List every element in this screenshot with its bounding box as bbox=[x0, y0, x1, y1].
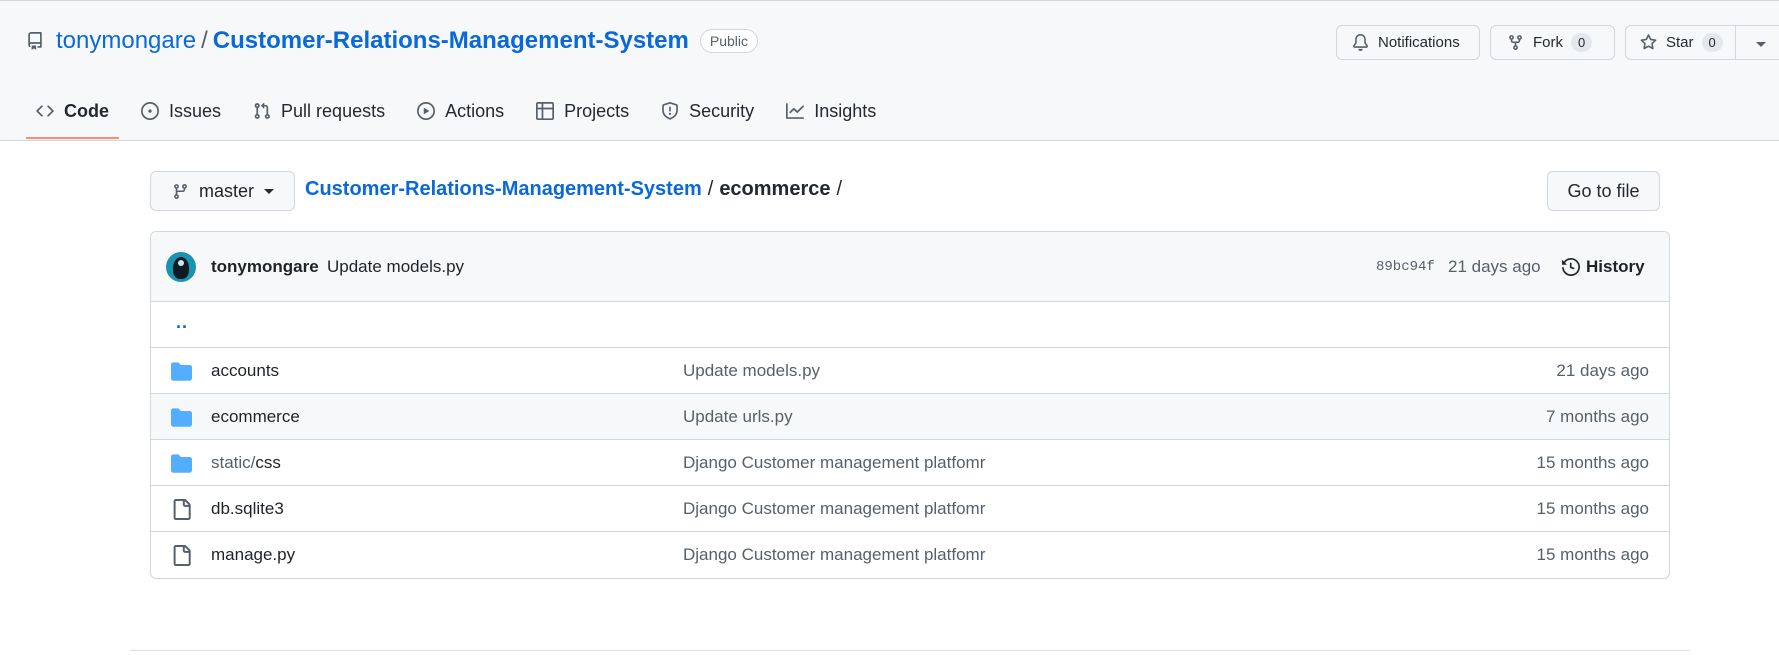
tab-code[interactable]: Code bbox=[26, 88, 119, 139]
file-commit-message-link[interactable]: Update urls.py bbox=[683, 407, 793, 427]
tab-projects[interactable]: Projects bbox=[526, 88, 639, 134]
tab-issues[interactable]: Issues bbox=[131, 88, 231, 134]
repo-path-separator: / bbox=[201, 27, 208, 54]
parent-directory-row[interactable]: .. bbox=[151, 302, 1669, 348]
repo-nav-tabs: Code Issues Pull requests Actions Projec… bbox=[26, 88, 898, 141]
file-name: ecommerce bbox=[211, 407, 300, 426]
file-name-link[interactable]: accounts bbox=[211, 361, 279, 381]
file-commit-time: 15 months ago bbox=[1536, 499, 1649, 518]
breadcrumb: Customer-Relations-Management-System / eco… bbox=[305, 178, 848, 201]
repo-title-row: tonymongare / Customer-Relations-Managem… bbox=[26, 23, 759, 59]
file-commit-time: 15 months ago bbox=[1536, 545, 1649, 564]
tab-actions[interactable]: Actions bbox=[407, 88, 514, 134]
fork-label: Fork bbox=[1533, 34, 1563, 51]
commit-time: 21 days ago bbox=[1448, 257, 1541, 276]
visibility-badge: Public bbox=[699, 29, 759, 53]
latest-commit-bar: tonymongare Update models.py 89bc94f 21 … bbox=[151, 232, 1669, 302]
table-row[interactable]: accounts Update models.py 21 days ago bbox=[151, 348, 1669, 394]
repo-header: tonymongare / Customer-Relations-Managem… bbox=[0, 1, 1779, 141]
commit-message-link[interactable]: Update models.py bbox=[327, 257, 464, 277]
folder-icon bbox=[171, 408, 192, 427]
tab-label: Security bbox=[689, 100, 755, 121]
star-count: 0 bbox=[1701, 33, 1723, 52]
tab-label: Projects bbox=[564, 100, 630, 121]
issue-icon bbox=[141, 102, 159, 120]
file-commit-message-link[interactable]: Django Customer management platfomr bbox=[683, 499, 985, 519]
tab-pull-requests[interactable]: Pull requests bbox=[243, 88, 395, 134]
fork-count: 0 bbox=[1571, 33, 1593, 52]
file-name-link[interactable]: static/css bbox=[211, 453, 281, 473]
commit-author-link[interactable]: tonymongare bbox=[211, 257, 319, 277]
table-row[interactable]: ecommerce Update urls.py 7 months ago bbox=[151, 394, 1669, 440]
file-name: manage.py bbox=[211, 545, 296, 564]
history-label: History bbox=[1586, 257, 1645, 276]
repo-actions: Notifications Fork 0 Star 0 bbox=[1336, 25, 1779, 60]
play-icon bbox=[417, 102, 436, 120]
breadcrumb-repo-link[interactable]: Customer-Relations-Management-System bbox=[305, 178, 702, 200]
tab-label: Insights bbox=[814, 100, 877, 121]
parent-directory-link[interactable]: .. bbox=[176, 312, 188, 333]
branch-icon bbox=[174, 183, 187, 199]
breadcrumb-separator: / bbox=[836, 178, 843, 200]
file-icon bbox=[173, 499, 191, 520]
branch-select-button[interactable]: master bbox=[150, 171, 295, 211]
file-name: css bbox=[255, 453, 281, 472]
graph-icon bbox=[786, 103, 805, 119]
notifications-label: Notifications bbox=[1378, 34, 1460, 51]
branch-name: master bbox=[199, 180, 255, 201]
tab-security[interactable]: Security bbox=[651, 88, 764, 134]
file-icon bbox=[173, 545, 191, 566]
file-commit-time: 21 days ago bbox=[1556, 361, 1649, 380]
breadcrumb-separator: / bbox=[707, 178, 714, 200]
file-name-link[interactable]: db.sqlite3 bbox=[211, 499, 284, 519]
file-commit-time: 15 months ago bbox=[1536, 453, 1649, 472]
file-commit-message-link[interactable]: Django Customer management platfomr bbox=[683, 545, 985, 565]
go-to-file-button[interactable]: Go to file bbox=[1547, 171, 1660, 211]
commit-sha-link[interactable]: 89bc94f bbox=[1376, 259, 1435, 275]
notifications-button[interactable]: Notifications bbox=[1336, 25, 1480, 60]
repo-name-link[interactable]: Customer-Relations-Management-System bbox=[213, 27, 689, 55]
bell-icon bbox=[1353, 34, 1368, 51]
file-commit-time: 7 months ago bbox=[1545, 407, 1649, 426]
star-dropdown-button[interactable] bbox=[1735, 25, 1779, 60]
repo-owner-link[interactable]: tonymongare bbox=[56, 27, 196, 55]
file-name-prefix: static/ bbox=[211, 453, 256, 472]
file-name-link[interactable]: ecommerce bbox=[211, 407, 300, 427]
history-icon bbox=[1562, 258, 1580, 276]
folder-icon bbox=[171, 454, 192, 473]
file-commit-message-link[interactable]: Django Customer management platfomr bbox=[683, 453, 985, 473]
star-icon bbox=[1640, 34, 1657, 50]
chevron-down-icon bbox=[264, 188, 275, 194]
breadcrumb-current-dir: ecommerce bbox=[719, 178, 831, 200]
file-commit-message-link[interactable]: Update models.py bbox=[683, 361, 820, 381]
tab-label: Issues bbox=[169, 100, 222, 121]
code-icon bbox=[36, 105, 54, 117]
tab-insights[interactable]: Insights bbox=[776, 88, 886, 134]
pull-request-icon bbox=[254, 102, 270, 119]
footer-divider bbox=[130, 650, 1690, 651]
avatar-highlight bbox=[178, 260, 184, 266]
file-list-box: tonymongare Update models.py 89bc94f 21 … bbox=[150, 231, 1670, 579]
shield-icon bbox=[662, 102, 679, 120]
history-link[interactable]: History bbox=[1562, 257, 1645, 277]
folder-icon bbox=[171, 362, 192, 381]
table-row[interactable]: static/css Django Customer management pl… bbox=[151, 440, 1669, 486]
table-row[interactable]: db.sqlite3 Django Customer management pl… bbox=[151, 486, 1669, 532]
fork-icon bbox=[1509, 35, 1522, 50]
fork-button[interactable]: Fork 0 bbox=[1490, 25, 1615, 60]
repo-icon bbox=[28, 32, 42, 50]
file-name-link[interactable]: manage.py bbox=[211, 545, 295, 565]
avatar[interactable] bbox=[166, 252, 196, 282]
tab-label: Code bbox=[64, 100, 109, 121]
chevron-down-icon bbox=[1756, 42, 1766, 47]
tab-label: Actions bbox=[445, 100, 505, 121]
table-row[interactable]: manage.py Django Customer management pla… bbox=[151, 532, 1669, 578]
file-name: accounts bbox=[211, 361, 280, 380]
table-icon bbox=[536, 102, 555, 120]
tab-label: Pull requests bbox=[281, 100, 386, 121]
star-label: Star bbox=[1666, 34, 1694, 51]
file-name: db.sqlite3 bbox=[211, 499, 284, 518]
